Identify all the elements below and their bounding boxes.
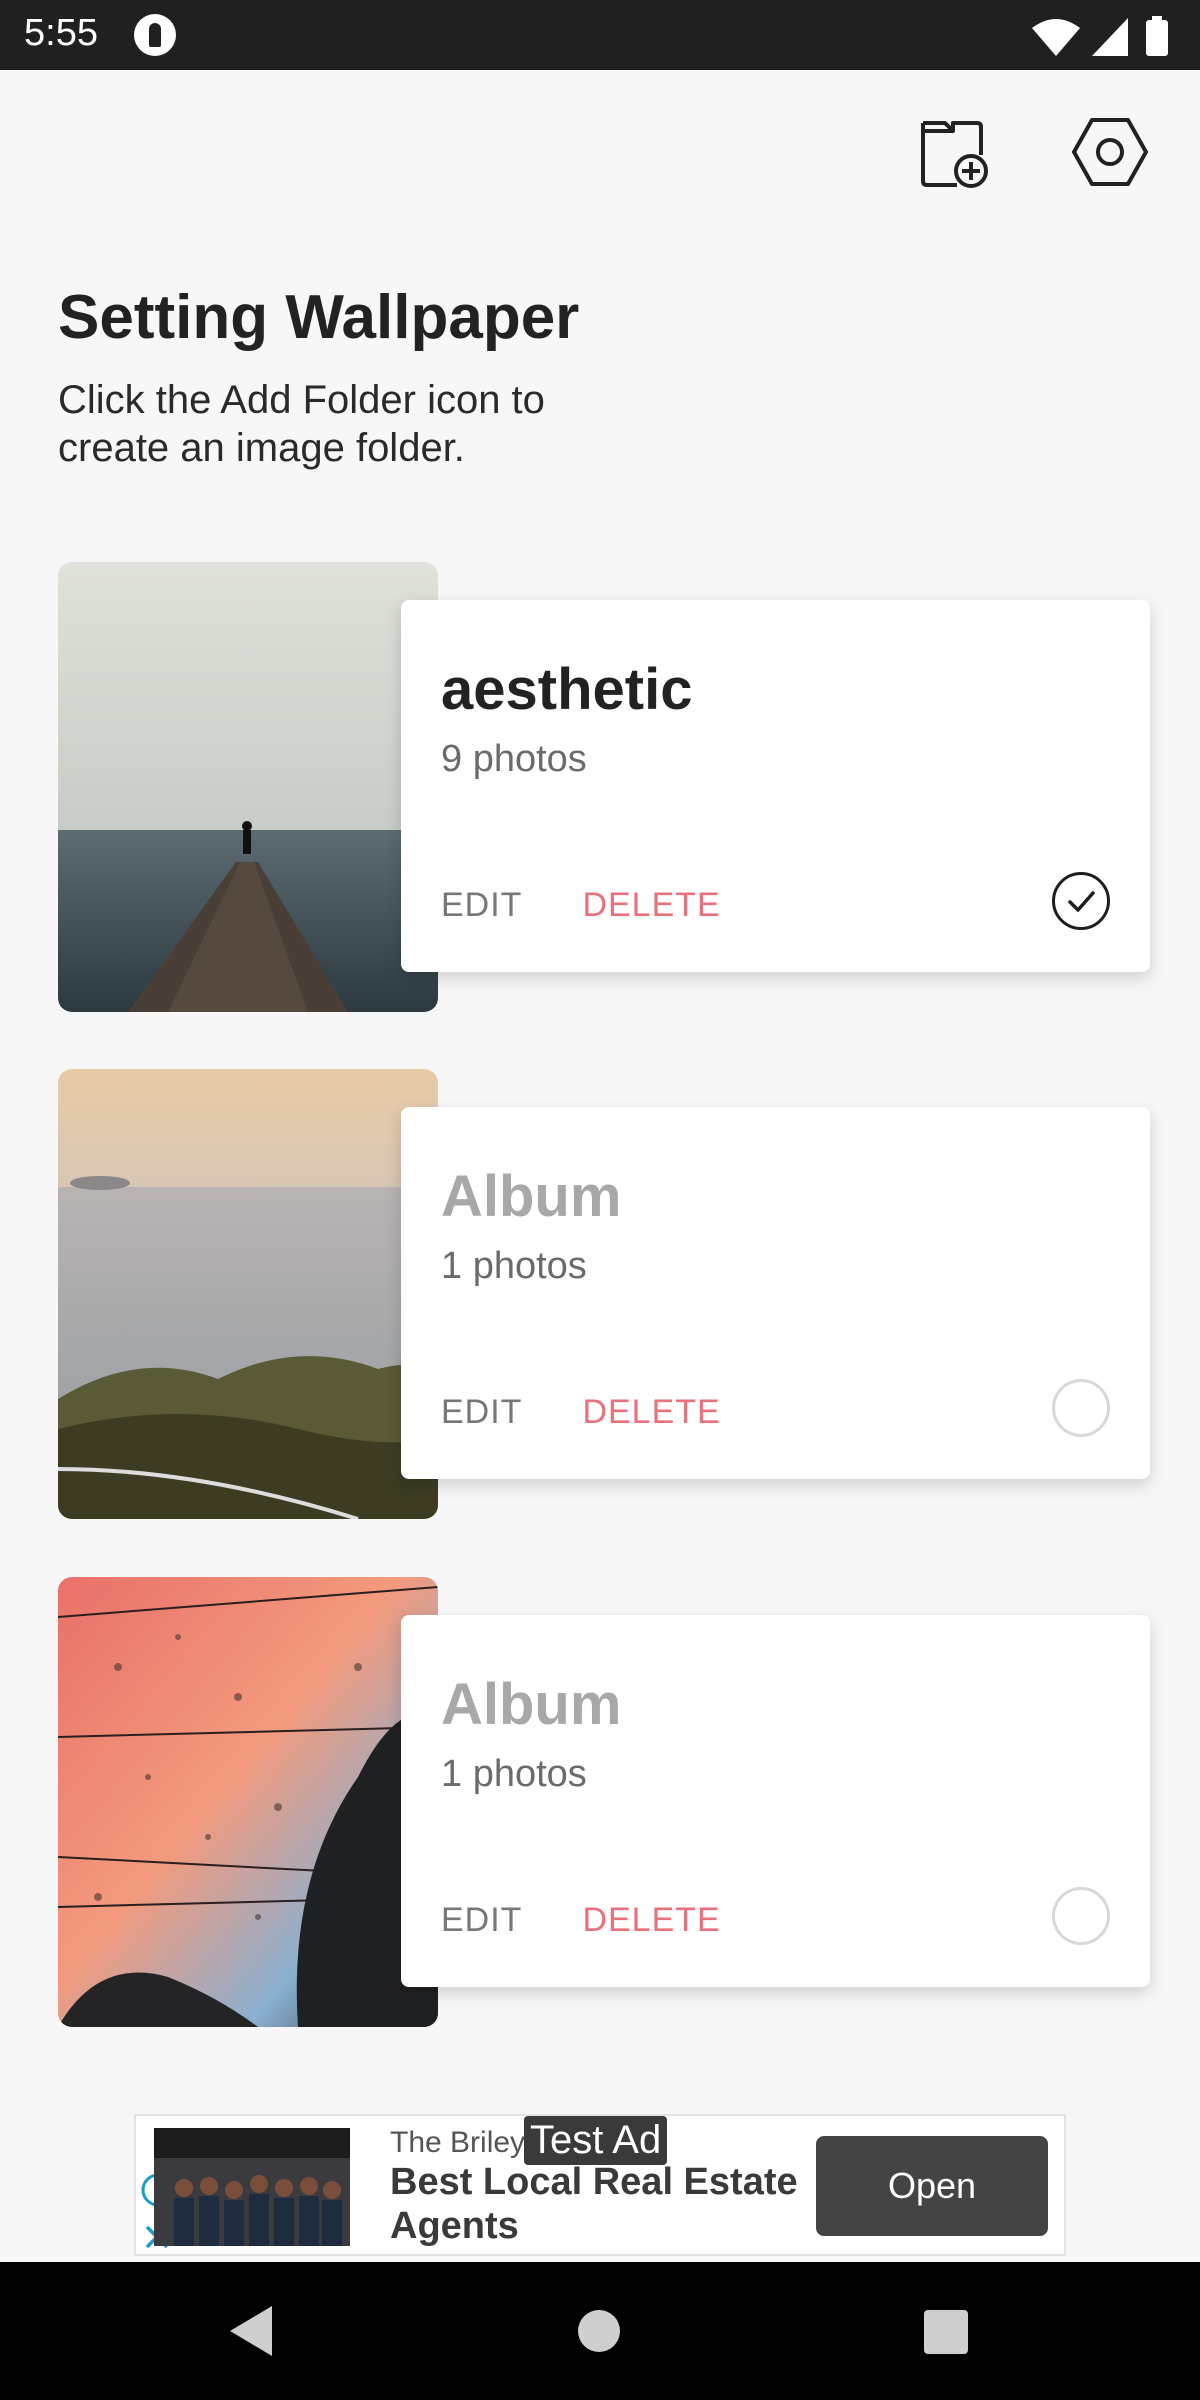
- folder-thumbnail-pier[interactable]: [58, 562, 438, 1012]
- test-ad-label: Test Ad: [524, 2116, 668, 2165]
- recents-icon[interactable]: [924, 2310, 968, 2354]
- page-subtitle: Click the Add Folder icon to create an i…: [58, 378, 545, 470]
- ad-banner[interactable]: The Briley Best Local Real Estate Agents…: [134, 2114, 1066, 2256]
- select-radio[interactable]: [1052, 1379, 1110, 1437]
- page-title: Setting Wallpaper: [58, 283, 580, 352]
- delete-button[interactable]: DELETE: [582, 1901, 720, 1940]
- folder-thumbnail-rain-window[interactable]: [58, 1577, 438, 2027]
- navigation-bar: [0, 2262, 1200, 2400]
- wifi-icon: [1032, 19, 1080, 56]
- ad-open-button[interactable]: Open: [816, 2136, 1048, 2236]
- add-folder-icon: [921, 121, 988, 188]
- edit-button[interactable]: EDIT: [441, 1901, 522, 1940]
- delete-button[interactable]: DELETE: [582, 1393, 720, 1432]
- edit-button[interactable]: EDIT: [441, 886, 522, 925]
- photo-count: 1 photos: [441, 1245, 587, 1287]
- settings-icon: [1072, 118, 1148, 186]
- status-icons: [1028, 14, 1178, 63]
- back-icon[interactable]: [226, 2302, 276, 2365]
- folder-card[interactable]: Album 1 photos EDIT DELETE: [401, 1615, 1150, 1987]
- folder-name: aesthetic: [441, 657, 693, 722]
- settings-button[interactable]: [1068, 110, 1152, 194]
- status-time: 5:55: [24, 12, 98, 54]
- folder-name: Album: [441, 1164, 622, 1229]
- folder-item[interactable]: Album 1 photos EDIT DELETE: [58, 1577, 1150, 2027]
- photo-count: 1 photos: [441, 1753, 587, 1795]
- app-notification-icon: [134, 14, 176, 56]
- delete-button[interactable]: DELETE: [582, 886, 720, 925]
- folder-item[interactable]: aesthetic 9 photos EDIT DELETE: [58, 562, 1150, 1012]
- select-radio-checked[interactable]: [1052, 872, 1110, 930]
- edit-button[interactable]: EDIT: [441, 1393, 522, 1432]
- folder-item[interactable]: Album 1 photos EDIT DELETE: [58, 1069, 1150, 1519]
- cell-signal-icon: [1092, 18, 1128, 56]
- status-bar: 5:55: [0, 0, 1200, 70]
- photo-count: 9 photos: [441, 738, 587, 780]
- ad-image[interactable]: [154, 2128, 350, 2246]
- home-icon[interactable]: [578, 2310, 620, 2352]
- top-actions: [912, 110, 1152, 194]
- folder-name: Album: [441, 1672, 622, 1737]
- select-radio[interactable]: [1052, 1887, 1110, 1945]
- folder-card[interactable]: aesthetic 9 photos EDIT DELETE: [401, 600, 1150, 972]
- folder-thumbnail-sea[interactable]: [58, 1069, 438, 1519]
- ad-advertiser: The Briley: [390, 2126, 526, 2159]
- folder-card[interactable]: Album 1 photos EDIT DELETE: [401, 1107, 1150, 1479]
- checkmark-icon: [1068, 891, 1095, 912]
- battery-icon: [1146, 16, 1168, 56]
- ad-headline[interactable]: Best Local Real Estate Agents: [390, 2160, 810, 2248]
- add-folder-button[interactable]: [912, 110, 996, 194]
